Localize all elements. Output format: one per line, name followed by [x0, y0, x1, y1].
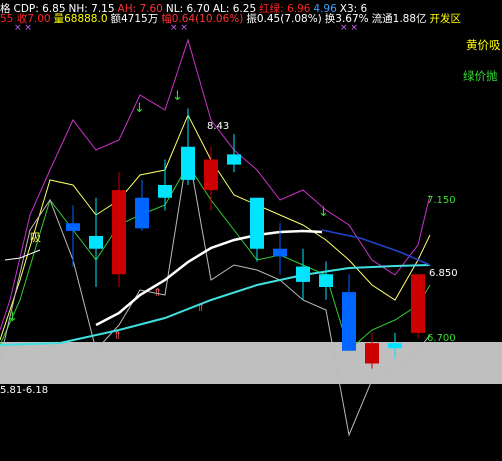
- chart-window[interactable]: 格 CDP: 6.85 NH: 7.15 AH: 7.60 NL: 6.70 AL: 6.…: [0, 0, 502, 461]
- high-price-label: 8.43: [207, 121, 230, 132]
- candle-body: [365, 343, 379, 364]
- yellow-line: [0, 113, 431, 341]
- candle-body: [250, 197, 264, 249]
- svg-text:× ×: × ×: [340, 23, 358, 33]
- kline-chart[interactable]: ↓ ↓ ↓ ↓ ⇑ ⇑ ⇑ × × × × × ×: [0, 0, 502, 461]
- candle-body: [273, 248, 287, 257]
- blue-line: [321, 229, 431, 266]
- candle-body: [66, 223, 80, 231]
- band-range-label: 5.81-6.18: [0, 385, 49, 396]
- candle-body: [411, 274, 425, 333]
- top-marker-icon-2: × ×: [170, 23, 188, 33]
- close-level-label: 6.850: [429, 268, 458, 279]
- gray-line: [0, 149, 431, 437]
- sell-arrow-icon-2: ↓: [172, 89, 183, 104]
- candle-body: [319, 274, 333, 287]
- lower-level-label: 6.700: [427, 333, 456, 344]
- candle-body: [227, 154, 241, 165]
- upper-level-label: 7.150: [427, 195, 456, 206]
- gray-band: [0, 342, 502, 384]
- buy-marker-label: 吸: [30, 231, 41, 244]
- candle-body: [181, 146, 195, 180]
- candle-body: [112, 190, 126, 275]
- candle-body: [296, 266, 310, 282]
- candle-body: [204, 159, 218, 191]
- svg-text:× ×: × ×: [170, 23, 188, 33]
- top-marker-icon: × ×: [14, 23, 32, 33]
- candle-body: [342, 292, 356, 351]
- svg-text:× ×: × ×: [14, 23, 32, 33]
- candle-body: [89, 236, 103, 249]
- candle-body: [135, 197, 149, 229]
- svg-text:↓: ↓: [172, 89, 183, 104]
- candle-body: [158, 185, 172, 198]
- top-marker-icon-3: × ×: [340, 23, 358, 33]
- green-line: [0, 164, 431, 351]
- candle-body: [388, 343, 402, 349]
